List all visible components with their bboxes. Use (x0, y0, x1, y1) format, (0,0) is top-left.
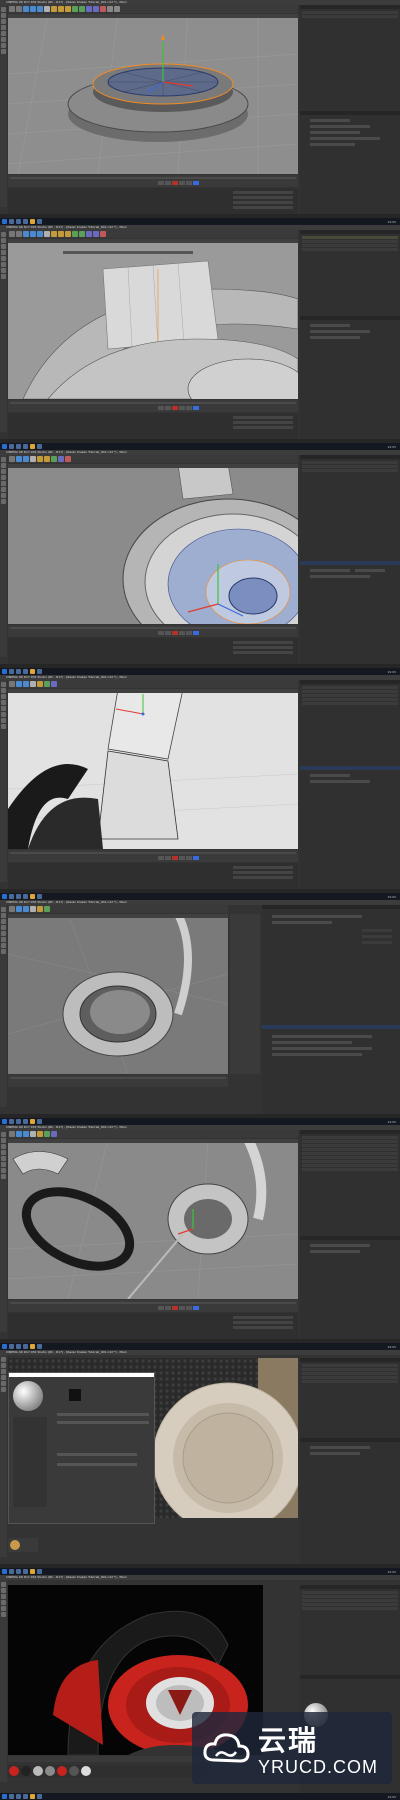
windows-taskbar[interactable]: 19:05 (0, 668, 400, 675)
left-toolbar[interactable] (0, 230, 7, 432)
window-title: CINEMA 4D R17.032 Studio (RC - R17) - [R… (6, 1575, 127, 1579)
taskbar-clock: 19:05 (387, 1344, 396, 1349)
viewport-perspective[interactable] (8, 1139, 298, 1299)
timeline[interactable] (8, 625, 298, 637)
coordinates-panel[interactable] (8, 188, 298, 216)
timeline[interactable] (8, 400, 298, 412)
menu-bar[interactable]: CINEMA 4D R17.032 Studio (RC - R17) - [R… (0, 1350, 400, 1355)
timeline[interactable] (8, 850, 298, 862)
coordinates-panel[interactable] (8, 413, 298, 441)
timeline[interactable] (8, 1300, 298, 1312)
windows-taskbar[interactable]: 19:05 (0, 1568, 400, 1575)
object-manager[interactable] (300, 1358, 400, 1570)
material-preview (13, 1381, 43, 1411)
object-manager[interactable] (300, 230, 400, 442)
viewport-perspective[interactable] (8, 14, 298, 174)
top-toolbar[interactable] (8, 905, 228, 913)
object-manager[interactable] (300, 5, 400, 217)
viewport-perspective[interactable] (8, 239, 298, 399)
watermark-text-en: YRUCD.COM (258, 1756, 378, 1777)
menu-bar[interactable]: CINEMA 4D R17.032 Studio (RC - R17) - [R… (0, 1575, 400, 1580)
coordinates-panel[interactable] (8, 863, 298, 891)
coordinates-panel[interactable] (8, 638, 298, 666)
left-toolbar[interactable] (0, 455, 7, 657)
frame-3-earcup-ring: CINEMA 4D R17.032 Studio (RC - R17) - [R… (0, 450, 400, 675)
top-toolbar[interactable] (8, 1130, 298, 1138)
object-manager[interactable] (300, 680, 400, 892)
frame-4-headband-joint: CINEMA 4D R17.032 Studio (RC - R17) - [R… (0, 675, 400, 900)
left-toolbar[interactable] (0, 5, 7, 207)
texture-preview (69, 1389, 81, 1401)
top-toolbar[interactable] (8, 5, 298, 13)
material-swatches[interactable] (8, 1538, 38, 1552)
windows-taskbar[interactable]: 19:05 (0, 1343, 400, 1350)
taskbar-clock: 19:05 (387, 669, 396, 674)
viewport-perspective[interactable] (8, 464, 298, 624)
frame-1-disc-modeling: CINEMA 4D R17.032 Studio (RC - R17) - [R… (0, 0, 400, 225)
windows-taskbar[interactable]: 19:05 (0, 1793, 400, 1800)
left-toolbar[interactable] (0, 1355, 7, 1557)
frame-7-material-editor: CINEMA 4D R17.032 Studio (RC - R17) - [R… (0, 1350, 400, 1575)
windows-taskbar[interactable]: 19:05 (0, 1118, 400, 1125)
object-manager[interactable] (300, 1130, 400, 1342)
taskbar-clock: 19:05 (387, 1794, 396, 1799)
window-title: CINEMA 4D R17.032 Studio (RC - R17) - [R… (6, 1350, 127, 1354)
frame-6-earcups-and-cable: CINEMA 4D R17.032 Studio (RC - R17) - [R… (0, 1125, 400, 1350)
viewport-perspective[interactable] (8, 689, 298, 849)
top-toolbar[interactable] (8, 455, 298, 463)
left-toolbar[interactable] (0, 1130, 7, 1332)
windows-taskbar[interactable]: 19:05 (0, 218, 400, 225)
top-toolbar[interactable] (8, 230, 298, 238)
material-swatches[interactable] (8, 1765, 208, 1777)
channel-list[interactable] (13, 1417, 47, 1507)
object-manager[interactable] (300, 455, 400, 667)
left-toolbar[interactable] (0, 1580, 7, 1782)
taskbar-clock: 19:05 (387, 444, 396, 449)
timeline[interactable] (8, 1075, 228, 1087)
taskbar-clock: 19:05 (387, 1119, 396, 1124)
windows-taskbar[interactable]: 19:05 (0, 893, 400, 900)
material-editor-window[interactable] (8, 1372, 155, 1524)
left-toolbar[interactable] (0, 680, 7, 882)
watermark-text-cn: 云瑞 (258, 1723, 319, 1757)
top-toolbar[interactable] (8, 680, 298, 688)
material-manager-panel[interactable] (230, 914, 260, 1074)
viewport-perspective[interactable] (8, 914, 228, 1074)
cloud-icon (202, 1728, 250, 1768)
taskbar-clock: 19:05 (387, 894, 396, 899)
timeline[interactable] (8, 175, 298, 187)
left-toolbar[interactable] (0, 905, 7, 1107)
frame-2-headband-top: CINEMA 4D R17.032 Studio (RC - R17) - [R… (0, 225, 400, 450)
watermark-logo: 云瑞 YRUCD.COM (192, 1712, 392, 1784)
coordinates-panel[interactable] (8, 1313, 298, 1341)
taskbar-clock: 19:05 (387, 219, 396, 224)
frame-5-earcup-cushion: CINEMA 4D R17.032 Studio (RC - R17) - [R… (0, 900, 400, 1125)
attribute-manager[interactable] (262, 905, 400, 1117)
windows-taskbar[interactable]: 19:05 (0, 443, 400, 450)
taskbar-clock: 19:05 (387, 1569, 396, 1574)
